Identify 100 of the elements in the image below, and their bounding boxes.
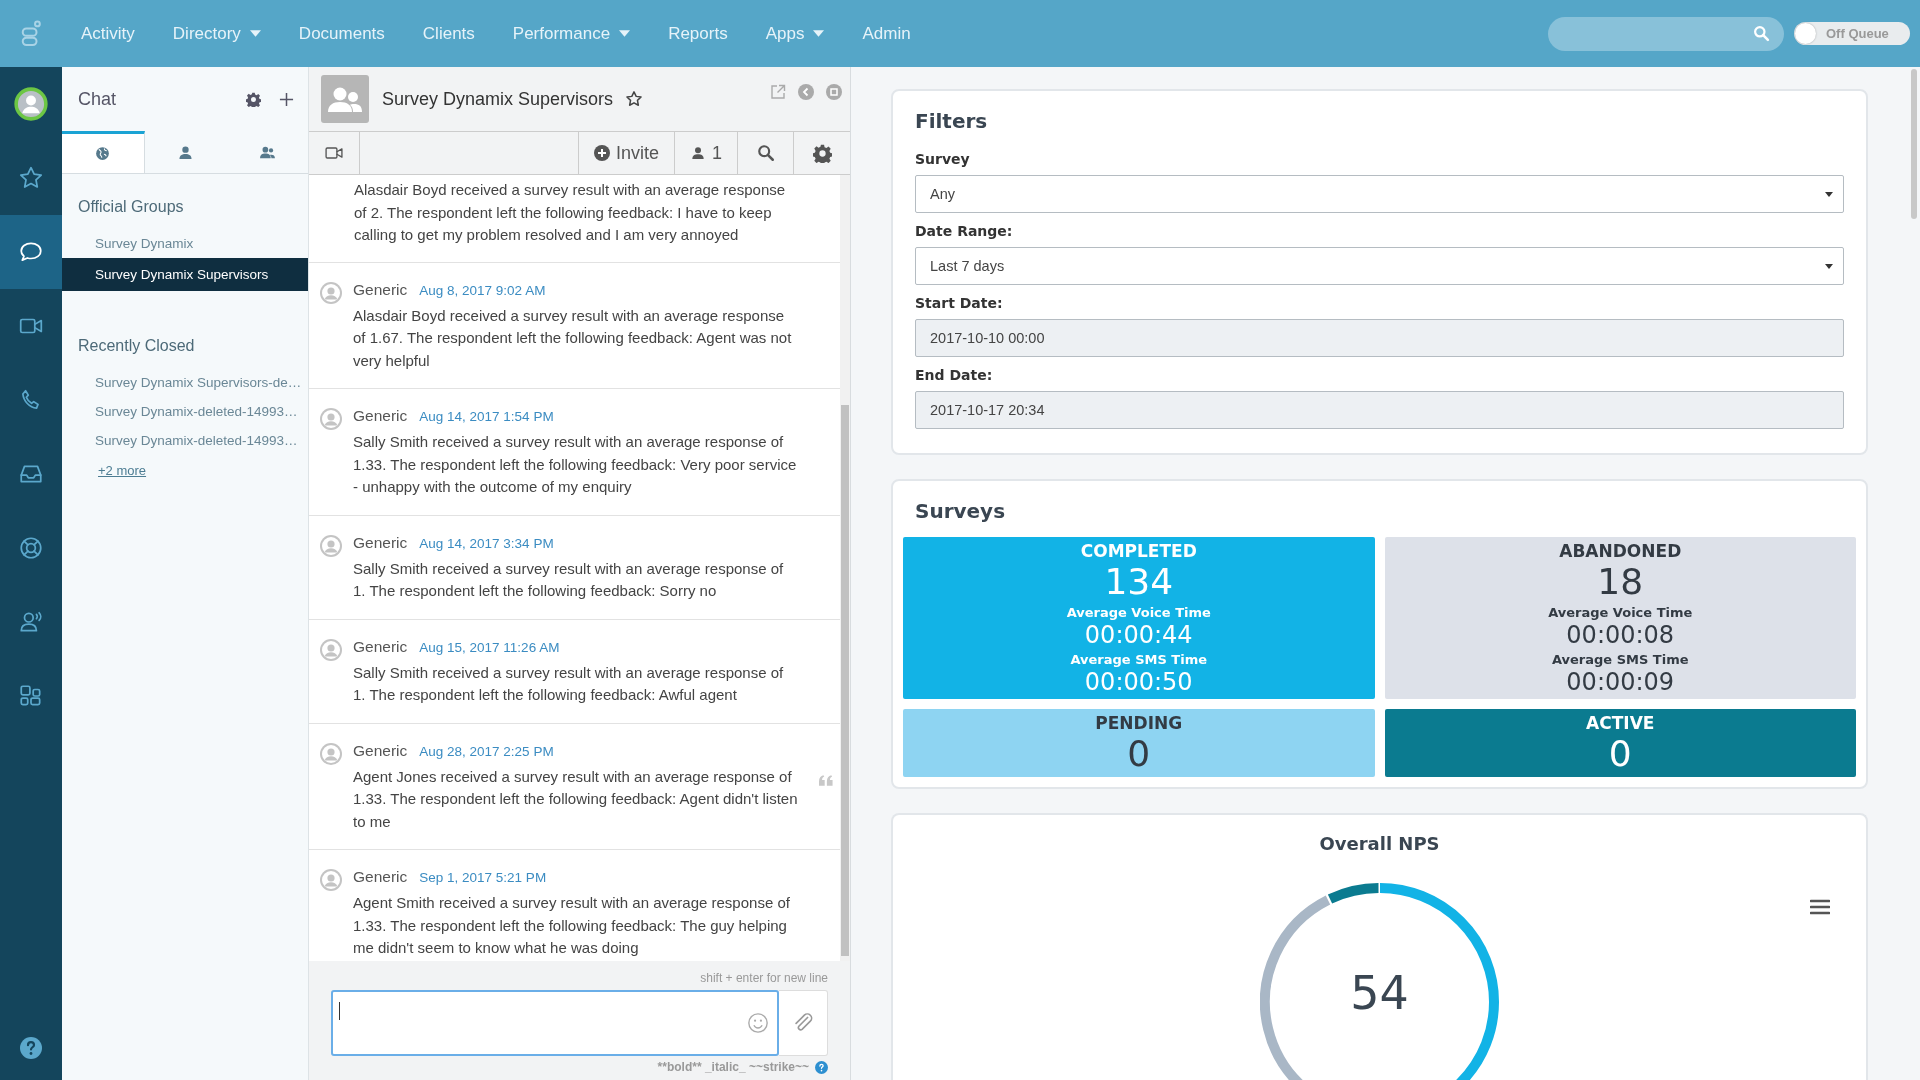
message-text: Agent Jones received a survey result with an average response of 1.33. The respondent left the following feedback: Agent didn't listen to me	[353, 766, 798, 832]
menu-icon[interactable]	[1810, 899, 1830, 915]
help-icon[interactable]	[815, 1060, 828, 1074]
nav-link[interactable]: Reports	[649, 23, 747, 44]
timestamp: Aug 8, 2017 9:02 AM	[419, 282, 546, 298]
chat-room-item[interactable]: Survey Dynamix-deleted-14993…	[62, 426, 308, 455]
speaking-person-icon[interactable]	[18, 609, 44, 635]
chat-title: Chat	[78, 88, 117, 110]
chart-title: Overall NPS	[1319, 833, 1440, 854]
avatar-icon	[319, 637, 343, 662]
stat-value: 00:00:50	[1084, 667, 1193, 697]
author-name: Generic	[353, 741, 408, 760]
nav-link[interactable]: Apps	[746, 23, 844, 44]
tile-label: ABANDONED	[1559, 541, 1682, 561]
field-label: Start Date:	[915, 295, 1004, 311]
message-text: Sally Smith received a survey result with an average response of 1. The respondent left the following feedback: Sorry no	[353, 558, 785, 601]
back-icon[interactable]	[798, 84, 814, 100]
section-heading: Recently Closed	[77, 336, 196, 356]
stat-label: Average SMS Time	[1551, 652, 1689, 667]
star-icon[interactable]	[18, 165, 44, 191]
emoji-icon[interactable]	[747, 1012, 769, 1034]
timestamp: Aug 14, 2017 1:54 PM	[419, 409, 554, 424]
apps-grid-icon[interactable]	[18, 683, 44, 709]
timestamp: Aug 28, 2017 2:25 PM	[419, 743, 554, 759]
field-label: Date Range:	[915, 223, 1014, 239]
avatar-icon	[319, 868, 343, 892]
card-title: Surveys	[915, 499, 1007, 523]
stat-label: Average Voice Time	[1066, 605, 1211, 620]
scrollbar-thumb[interactable]	[841, 405, 849, 956]
help-icon[interactable]	[19, 1036, 43, 1060]
date-field[interactable]: 2017-10-10 00:00	[915, 319, 1844, 357]
nav-link[interactable]: Clients	[403, 23, 494, 44]
nav-link[interactable]: Admin	[843, 23, 930, 44]
message-text: Agent Smith received a survey result with an average response of 1.33. The respondent left the following feedback: The guy helping me didn't seem to know what he was doing	[353, 893, 791, 958]
author-name: Generic	[353, 280, 408, 299]
timestamp: Aug 14, 2017 3:34 PM	[419, 535, 554, 551]
message-text: Alasdair Boyd received a survey result with an average response of 1.67. The respondent left the following feedback: Agent was not very helpful	[353, 305, 793, 371]
avatar-icon	[319, 407, 343, 431]
stat-value: 00:00:44	[1084, 620, 1193, 650]
tile-label: PENDING	[1095, 713, 1183, 733]
formatting-hint: **bold** _italic_ ~~strike~~	[657, 1060, 809, 1074]
search-icon	[756, 144, 775, 162]
tile-count: 18	[1597, 561, 1644, 603]
stat-label: Average SMS Time	[1070, 652, 1208, 667]
message-text: Sally Smith received a survey result with an average response of 1. The respondent left the following feedback: Awful agent	[353, 662, 785, 705]
globe-icon	[94, 145, 112, 162]
section-heading: Official Groups	[77, 197, 185, 217]
date-field[interactable]: 2017-10-17 20:34	[915, 391, 1844, 429]
author-name: Generic	[353, 533, 408, 552]
person-icon	[690, 145, 706, 161]
paperclip-icon	[792, 1012, 814, 1034]
settings-icon[interactable]	[246, 91, 261, 107]
chat-tab[interactable]	[62, 131, 145, 173]
message-text: Sally Smith received a survey result with an average response of 1.33. The respondent left the following feedback: Very poor service - unhappy with the outcome of my enquiry	[353, 432, 798, 497]
author-name: Generic	[353, 868, 408, 886]
chat-room-item[interactable]: Survey Dynamix-deleted-14993…	[62, 397, 308, 426]
plus-icon[interactable]	[279, 91, 294, 107]
dropdown-field[interactable]: Last 7 days	[915, 247, 1844, 285]
card-title: Filters	[915, 109, 989, 133]
nav-link[interactable]: Activity	[62, 23, 154, 44]
timestamp: Aug 15, 2017 11:26 AM	[419, 639, 560, 655]
stat-value: 00:00:08	[1566, 620, 1675, 650]
stat-value: 00:00:09	[1566, 667, 1675, 697]
minimize-icon[interactable]	[826, 84, 842, 100]
lifebuoy-icon[interactable]	[18, 535, 44, 561]
nav-link[interactable]: Documents	[279, 23, 404, 44]
author-name: Generic	[353, 407, 408, 425]
chat-room-item[interactable]: Survey Dynamix Supervisors	[62, 258, 308, 291]
avatar-icon	[319, 533, 343, 558]
tile-count: 0	[1127, 733, 1151, 775]
star-icon[interactable]	[625, 90, 644, 108]
avatar-icon	[319, 280, 343, 305]
message-input[interactable]	[331, 990, 779, 1056]
more-link[interactable]: +2 more	[98, 455, 147, 486]
tile-count: 0	[1608, 733, 1632, 775]
invite-button[interactable]: Invite	[578, 132, 675, 174]
nav-link[interactable]: Performance	[493, 23, 650, 44]
search-field[interactable]	[1548, 16, 1784, 51]
participants-button[interactable]: 1	[675, 132, 738, 174]
dropdown-field[interactable]: Any	[915, 175, 1844, 213]
input-hint: shift + enter for new line	[700, 971, 828, 985]
conversation-title: Survey Dynamix Supervisors	[382, 88, 614, 110]
popout-icon[interactable]	[770, 84, 786, 100]
nav-link[interactable]: Directory	[153, 23, 280, 44]
queue-toggle[interactable]: Off Queue	[1794, 22, 1910, 45]
timestamp: Sep 1, 2017 5:21 PM	[419, 870, 547, 885]
caret-icon	[1825, 263, 1833, 269]
avatar-icon[interactable]	[14, 87, 48, 121]
chat-room-item[interactable]: Survey Dynamix Supervisors-de…	[62, 368, 308, 397]
scrollbar-thumb[interactable]	[1911, 69, 1917, 219]
nps-score: 54	[1349, 966, 1410, 1020]
caret-icon	[1825, 191, 1833, 197]
tile-count: 134	[1104, 561, 1174, 603]
field-label: Survey	[915, 151, 971, 167]
person-icon	[177, 143, 194, 161]
avatar-icon	[319, 741, 343, 766]
chat-room-item[interactable]: Survey Dynamix	[62, 229, 308, 258]
author-name: Generic	[353, 637, 408, 656]
message-text: Alasdair Boyd received a survey result with an average response of 2. The respondent left the following feedback: I have to keep calling to get my problem resolved and I am very annoyed	[354, 180, 787, 245]
search-icon	[1753, 25, 1770, 42]
